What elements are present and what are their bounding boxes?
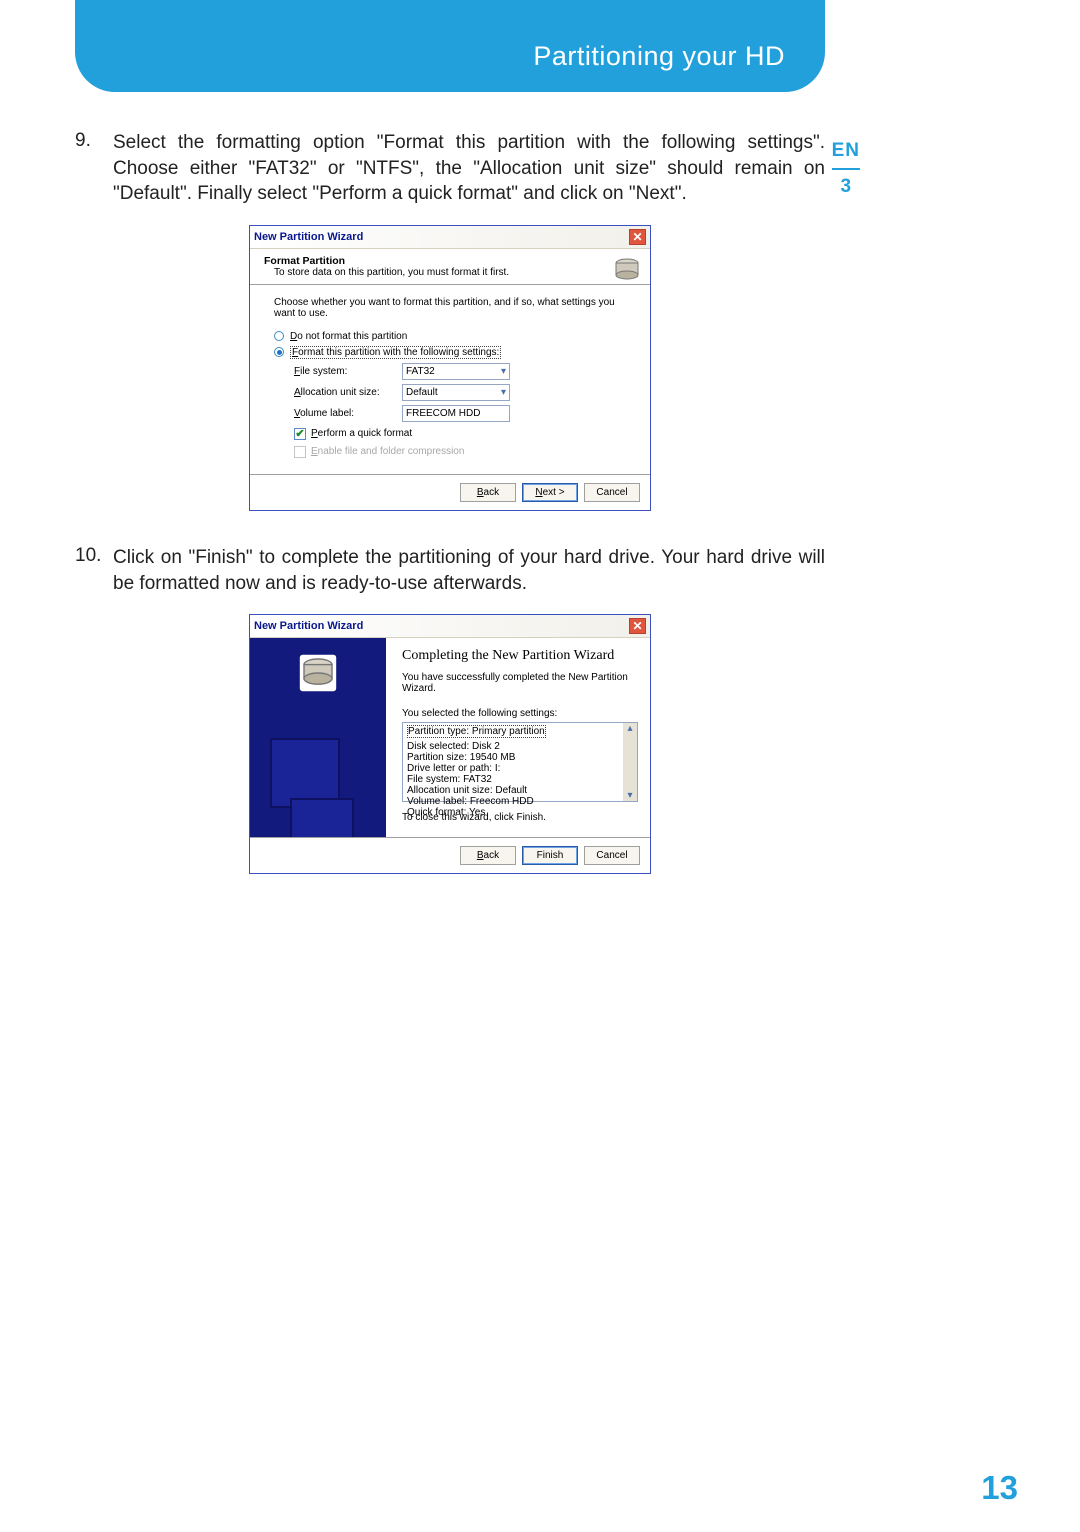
disk-icon: [297, 652, 339, 694]
close-icon[interactable]: ✕: [629, 229, 646, 245]
cancel-button[interactable]: Cancel: [584, 483, 640, 502]
content-area: 9. Select the formatting option "Format …: [75, 130, 825, 908]
page-number: 13: [981, 1469, 1018, 1507]
disk-icon: [612, 255, 642, 285]
cancel-button[interactable]: Cancel: [584, 846, 640, 865]
wizard-sidebar: [250, 638, 386, 837]
side-badge: EN 3: [832, 140, 860, 198]
checkbox-icon: [294, 446, 306, 458]
scroll-down-icon: ▾: [627, 790, 632, 801]
summary-line: File system: FAT32: [407, 774, 633, 785]
checkbox-label: Enable file and folder compression: [311, 446, 464, 457]
allocation-size-select[interactable]: Default ▾: [402, 384, 510, 401]
dialog-title: New Partition Wizard: [254, 231, 363, 243]
summary-line: Partition size: 19540 MB: [407, 752, 633, 763]
dialog-titlebar: New Partition Wizard ✕: [250, 226, 650, 249]
next-button[interactable]: Next >Next >: [522, 483, 578, 502]
dialog-body: Completing the New Partition Wizard You …: [250, 638, 650, 837]
select-value: FAT32: [406, 366, 435, 377]
chapter-number: 3: [832, 176, 860, 198]
back-button[interactable]: Back< Back: [460, 483, 516, 502]
dialog-subheading: To store data on this partition, you mus…: [264, 267, 636, 278]
checkbox-label: Perform a quick format: [311, 428, 412, 439]
radio-do-not-format[interactable]: DDo not format this partitiono not forma…: [274, 331, 626, 342]
step-9: 9. Select the formatting option "Format …: [75, 130, 825, 207]
radio-label: DDo not format this partitiono not forma…: [290, 331, 407, 342]
settings-summary: Partition type: Primary partition Disk s…: [402, 722, 638, 802]
summary-line: Volume label: Freecom HDD: [407, 796, 633, 807]
step-10: 10. Click on "Finish" to complete the pa…: [75, 545, 825, 596]
chevron-down-icon: ▾: [501, 366, 506, 377]
dialog-body: Choose whether you want to format this p…: [250, 285, 650, 474]
complete-heading: Completing the New Partition Wizard: [402, 648, 638, 664]
summary-line: Disk selected: Disk 2: [407, 741, 633, 752]
step-text: Select the formatting option "Format thi…: [113, 130, 825, 207]
summary-line: Drive letter or path: I:: [407, 763, 633, 774]
file-system-select[interactable]: FAT32 ▾: [402, 363, 510, 380]
row-volume-label: Volume label: FREECOM HDD: [294, 405, 626, 422]
allocation-size-label: Allocation unit size:: [294, 387, 402, 398]
checkbox-compression: Enable file and folder compression: [294, 446, 626, 458]
dialog-heading: Format Partition: [264, 255, 636, 267]
wizard-main: Completing the New Partition Wizard You …: [386, 638, 650, 837]
radio-label: Format this partition with the following…: [290, 346, 501, 359]
radio-icon: [274, 347, 284, 357]
checkbox-quick-format[interactable]: ✔ Perform a quick format: [294, 428, 626, 440]
back-button[interactable]: Back< Back: [460, 846, 516, 865]
radio-format-settings[interactable]: Format this partition with the following…: [274, 346, 626, 359]
wizard-dialog-complete: New Partition Wizard ✕ Completing the Ne…: [249, 614, 651, 874]
selected-label: You selected the following settings:: [402, 708, 638, 719]
file-system-label: File system:: [294, 366, 402, 377]
dialog-intro: Choose whether you want to format this p…: [274, 297, 626, 319]
language-label: EN: [832, 140, 860, 162]
row-allocation-size: Allocation unit size: Default ▾: [294, 384, 626, 401]
wizard-dialog-format: New Partition Wizard ✕ Format Partition …: [249, 225, 651, 511]
step-number: 9.: [75, 130, 113, 207]
side-divider: [832, 168, 860, 170]
radio-icon: [274, 331, 284, 341]
checkbox-icon: ✔: [294, 428, 306, 440]
header-banner: Partitioning your HD: [75, 0, 825, 92]
volume-label-input[interactable]: FREECOM HDD: [402, 405, 510, 422]
dialog-title: New Partition Wizard: [254, 620, 363, 632]
page-title: Partitioning your HD: [533, 41, 785, 72]
volume-label-label: Volume label:: [294, 408, 402, 419]
scroll-up-icon: ▴: [627, 723, 632, 734]
select-value: Default: [406, 387, 438, 398]
finish-button[interactable]: Finish: [522, 846, 578, 865]
summary-line: Allocation unit size: Default: [407, 785, 633, 796]
close-icon[interactable]: ✕: [629, 618, 646, 634]
row-file-system: File system: FAT32 ▾: [294, 363, 626, 380]
dialog-header: Format Partition To store data on this p…: [250, 249, 650, 285]
page: Partitioning your HD EN 3 9. Select the …: [0, 0, 1080, 1532]
summary-line: Partition type: Primary partition: [407, 725, 546, 738]
dialog-buttons: Back< Back Finish Cancel: [250, 837, 650, 873]
dialog-titlebar: New Partition Wizard ✕: [250, 615, 650, 638]
format-settings-form: File system: FAT32 ▾ Allocation unit siz…: [274, 363, 626, 458]
scrollbar[interactable]: ▴ ▾: [623, 723, 637, 801]
step-number: 10.: [75, 545, 113, 596]
summary-line: Quick format: Yes: [407, 807, 633, 818]
success-text: You have successfully completed the New …: [402, 672, 638, 694]
step-text: Click on "Finish" to complete the partit…: [113, 545, 825, 596]
dialog-buttons: Back< Back Next >Next > Cancel: [250, 474, 650, 510]
chevron-down-icon: ▾: [501, 387, 506, 398]
